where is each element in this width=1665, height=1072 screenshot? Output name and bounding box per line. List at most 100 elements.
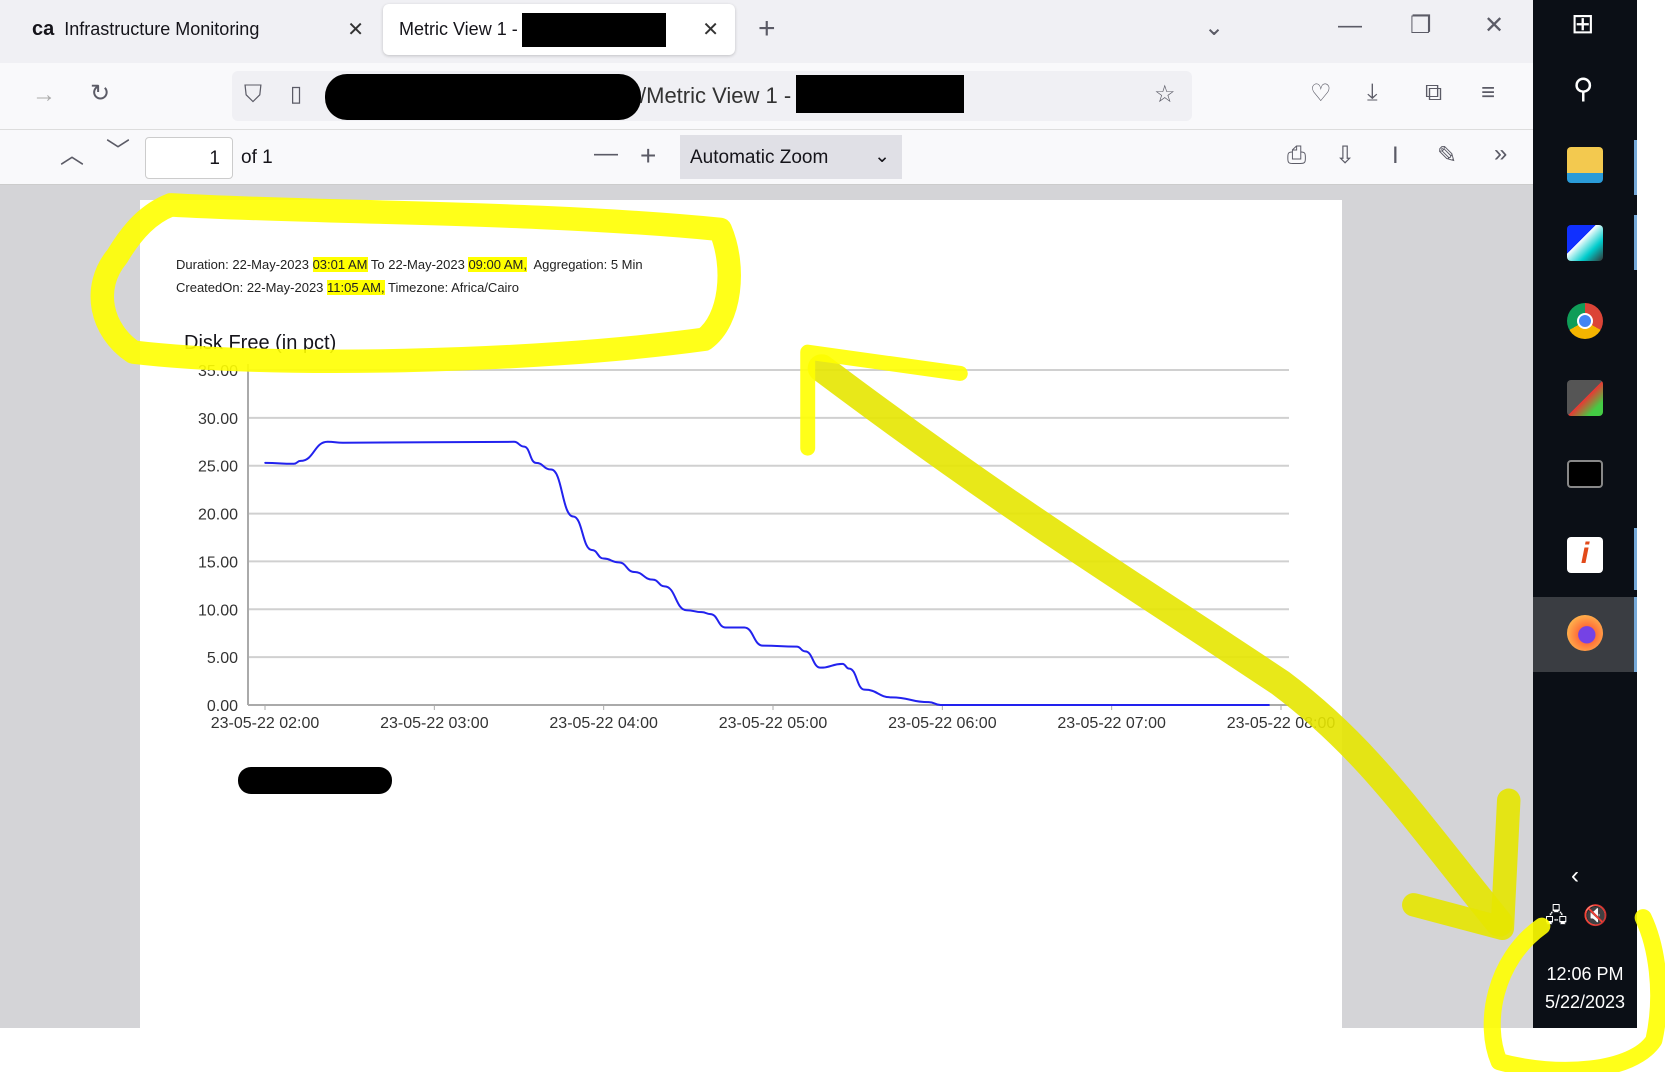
windows-taskbar: ⊞ ⚲ i ‹ 🖧 🔇 12:06 PM 5/22/2023 xyxy=(1533,0,1637,1028)
zoom-in-button[interactable]: + xyxy=(640,142,656,170)
x-tick-label: 23-05-22 04:00 xyxy=(549,715,658,732)
data-point xyxy=(591,549,593,551)
data-point xyxy=(633,571,635,573)
data-point xyxy=(804,650,806,653)
remote-desktop-icon[interactable] xyxy=(1567,380,1603,416)
y-tick-label: 30.00 xyxy=(198,411,238,428)
redaction xyxy=(521,12,666,47)
x-tick-label: 23-05-22 05:00 xyxy=(719,715,828,732)
y-tick-label: 10.00 xyxy=(198,602,238,619)
download-icon[interactable]: ⤓ xyxy=(1367,81,1378,105)
y-tick-label: 25.00 xyxy=(198,459,238,476)
data-point xyxy=(724,626,727,629)
windows-start-icon[interactable]: ⊞ xyxy=(1571,10,1594,38)
menu-icon[interactable]: ≡ xyxy=(1481,81,1495,105)
command-prompt-icon[interactable] xyxy=(1567,460,1603,488)
data-point xyxy=(685,609,688,612)
data-point xyxy=(939,704,942,706)
clock[interactable]: 12:06 PM 5/22/2023 xyxy=(1533,960,1637,1016)
y-tick-label: 15.00 xyxy=(198,554,238,571)
zoom-select-value: Automatic Zoom xyxy=(690,147,829,168)
restore-button[interactable]: ❐ xyxy=(1410,14,1432,38)
x-tick-label: 23-05-22 03:00 xyxy=(380,715,489,732)
data-point xyxy=(342,441,344,444)
extensions-icon[interactable]: ⧉ xyxy=(1425,81,1442,105)
clock-date: 5/22/2023 xyxy=(1544,992,1626,1012)
data-point xyxy=(513,440,515,443)
tab-label: Infrastructure Monitoring xyxy=(64,19,260,39)
print-icon[interactable]: ⎙ xyxy=(1287,144,1306,168)
data-point xyxy=(651,578,654,581)
pdf-page: Duration: 22-May-2023 03:01 AM To 22-May… xyxy=(140,200,1342,1028)
minimize-button[interactable]: — xyxy=(1338,14,1362,38)
zoom-select[interactable]: Automatic Zoom ⌄ xyxy=(680,135,902,179)
data-point xyxy=(819,666,822,669)
data-point xyxy=(663,585,666,588)
file-explorer-icon[interactable] xyxy=(1567,147,1603,183)
close-tab-icon[interactable]: ✕ xyxy=(702,17,719,42)
clock-time: 12:06 PM xyxy=(1546,964,1624,984)
next-page-icon[interactable]: ﹀ xyxy=(106,140,130,164)
disk-free-chart: 0.00 5.00 10.00 15.00 20.00 25.00 30.00 35.00 23… xyxy=(198,363,1335,732)
data-point xyxy=(1268,704,1270,706)
data-point xyxy=(618,561,620,564)
save-icon[interactable]: ⇩ xyxy=(1335,144,1355,168)
tab-bar: ca Infrastructure Monitoring ✕ Metric Vi… xyxy=(0,0,1533,63)
pocket-icon[interactable]: ♡ xyxy=(1310,82,1332,106)
network-warning-icon[interactable]: 🖧 xyxy=(1545,906,1567,926)
chevron-down-icon: ⌄ xyxy=(874,146,890,167)
tab-label: Metric View 1 - xyxy=(399,19,518,39)
list-tabs-chevron-icon[interactable]: ⌄ xyxy=(1204,16,1224,40)
x-tick-label: 23-05-22 07:00 xyxy=(1057,715,1166,732)
x-tick-label: 23-05-22 06:00 xyxy=(888,715,997,732)
data-point xyxy=(264,462,266,464)
tab-metric-view[interactable]: Metric View 1 - ✕ xyxy=(383,4,735,55)
url-text: /Metric View 1 - xyxy=(640,83,792,108)
text-tool-icon[interactable]: I xyxy=(1392,144,1399,168)
tab-infrastructure-monitoring[interactable]: ca Infrastructure Monitoring ✕ xyxy=(16,4,380,55)
volume-muted-icon[interactable]: 🔇 xyxy=(1583,906,1608,926)
shield-icon[interactable]: ⛉ xyxy=(244,83,262,107)
page-count: of 1 xyxy=(241,147,273,168)
data-point xyxy=(299,460,302,462)
firefox-icon[interactable] xyxy=(1567,615,1603,651)
reload-icon[interactable]: ↻ xyxy=(90,82,110,106)
redaction xyxy=(796,75,964,113)
data-point xyxy=(572,515,574,518)
data-point xyxy=(292,463,295,465)
data-point xyxy=(602,557,605,560)
new-tab-button[interactable]: + xyxy=(758,14,776,44)
data-point xyxy=(535,462,537,464)
search-icon[interactable]: ⚲ xyxy=(1573,75,1594,103)
y-tick-label: 35.00 xyxy=(198,363,238,380)
data-point xyxy=(550,468,552,471)
ca-logo-icon: ca xyxy=(32,18,55,40)
data-point xyxy=(863,688,866,691)
network-app-icon[interactable] xyxy=(1567,225,1603,261)
redaction xyxy=(325,74,641,120)
more-tools-icon[interactable]: » xyxy=(1494,142,1507,166)
data-point xyxy=(841,663,844,665)
x-tick-label: 23-05-22 02:00 xyxy=(211,715,320,732)
app-i-icon[interactable]: i xyxy=(1567,537,1603,573)
draw-icon[interactable]: ✎ xyxy=(1437,144,1457,168)
bookmark-star-icon[interactable]: ☆ xyxy=(1154,83,1176,107)
chrome-icon[interactable] xyxy=(1567,303,1603,339)
zoom-out-button[interactable]: — xyxy=(594,142,618,166)
data-point xyxy=(795,645,798,648)
data-point xyxy=(762,644,764,647)
data-point xyxy=(890,696,893,699)
close-window-button[interactable]: ✕ xyxy=(1484,14,1504,38)
show-hidden-icons-chevron[interactable]: ‹ xyxy=(1571,864,1579,888)
navigation-bar: → ↻ ⛉ ▯ /Metric View 1 - ☆ ♡ ⤓ ⧉ ≡ xyxy=(0,63,1533,130)
url-bar[interactable]: ⛉ ▯ /Metric View 1 - ☆ xyxy=(232,71,1192,121)
y-tick-label: 5.00 xyxy=(207,650,238,667)
close-tab-icon[interactable]: ✕ xyxy=(347,17,364,42)
previous-page-icon[interactable]: ︿ xyxy=(60,144,84,168)
pdf-toolbar: ︿ ﹀ 1 of 1 — + Automatic Zoom ⌄ ⎙ ⇩ I ✎ … xyxy=(0,130,1533,185)
y-tick-label: 20.00 xyxy=(198,507,238,524)
redaction xyxy=(238,767,392,794)
page-number-input[interactable]: 1 xyxy=(145,137,233,179)
data-point xyxy=(523,445,525,448)
forward-icon[interactable]: → xyxy=(32,83,56,107)
